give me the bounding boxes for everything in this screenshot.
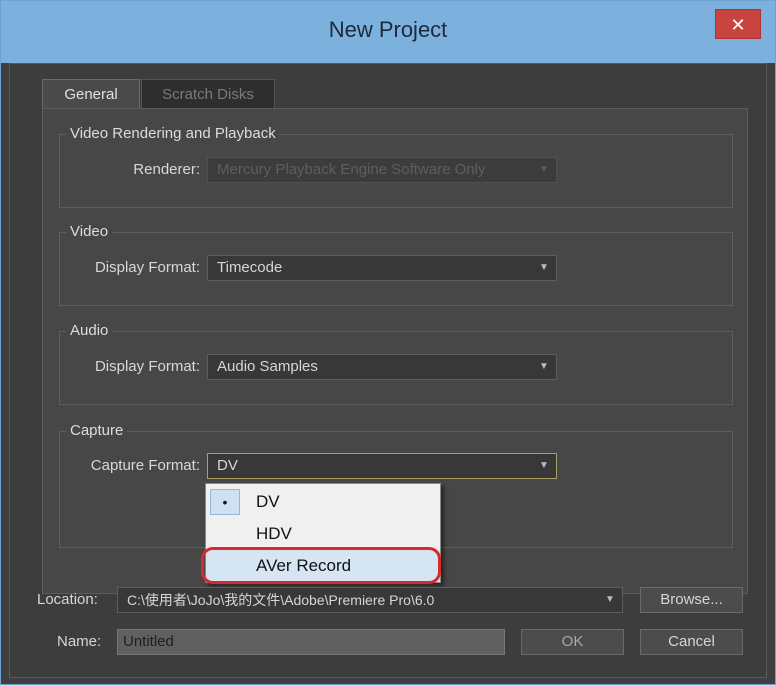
dialog-body: General Scratch Disks Video Rendering an…: [9, 63, 767, 678]
chevron-down-icon: ▼: [539, 164, 549, 175]
name-input[interactable]: Untitled: [117, 629, 505, 655]
video-display-format-label: Display Format:: [94, 259, 200, 276]
new-project-dialog: New Project ✕ General Scratch Disks Vide…: [0, 0, 776, 685]
video-display-format-dropdown[interactable]: Timecode ▼: [207, 255, 557, 281]
group-title-capture: Capture: [66, 420, 128, 442]
group-title-video: Video: [66, 221, 113, 243]
chevron-down-icon: ▼: [539, 262, 549, 273]
location-dropdown[interactable]: C:\使用者\JoJo\我的文件\Adobe\Premiere Pro\6.0 …: [117, 587, 623, 613]
group-title-video-rendering: Video Rendering and Playback: [66, 123, 280, 145]
renderer-dropdown: Mercury Playback Engine Software Only ▼: [207, 157, 557, 183]
close-button[interactable]: ✕: [715, 9, 761, 39]
chevron-down-icon: ▼: [539, 361, 549, 372]
capture-format-dropdown[interactable]: DV ▼: [207, 453, 557, 479]
browse-button[interactable]: Browse...: [640, 587, 743, 613]
ok-button[interactable]: OK: [521, 629, 624, 655]
group-title-audio: Audio: [66, 320, 113, 342]
close-icon: ✕: [730, 15, 746, 35]
name-label: Name:: [57, 633, 102, 650]
audio-group: Audio Display Format: Audio Samples ▼: [59, 320, 733, 405]
chevron-down-icon: ▼: [605, 594, 615, 605]
audio-display-format-dropdown[interactable]: Audio Samples ▼: [207, 354, 557, 380]
menu-item-hdv[interactable]: HDV: [206, 518, 440, 550]
menu-item-label: HDV: [256, 524, 292, 543]
location-value: C:\使用者\JoJo\我的文件\Adobe\Premiere Pro\6.0: [127, 592, 435, 608]
audio-display-format-label: Display Format:: [94, 358, 200, 375]
capture-format-value: DV: [217, 457, 238, 474]
chevron-down-icon: ▼: [539, 460, 549, 471]
cancel-button[interactable]: Cancel: [640, 629, 743, 655]
video-group: Video Display Format: Timecode ▼: [59, 221, 733, 306]
menu-item-dv[interactable]: • DV: [206, 486, 440, 518]
tab-scratch-disks[interactable]: Scratch Disks: [141, 79, 275, 109]
location-label: Location:: [37, 591, 98, 608]
window-title: New Project: [328, 17, 448, 42]
capture-format-label: Capture Format:: [90, 457, 200, 474]
annotation-highlight-ring: [201, 547, 441, 584]
renderer-value: Mercury Playback Engine Software Only: [217, 161, 486, 178]
selected-bullet-icon: •: [210, 489, 240, 515]
audio-display-format-value: Audio Samples: [217, 358, 318, 375]
tab-general[interactable]: General: [42, 79, 140, 109]
video-display-format-value: Timecode: [217, 259, 283, 276]
video-rendering-group: Video Rendering and Playback Renderer: M…: [59, 123, 733, 208]
menu-item-label: DV: [256, 492, 280, 511]
title-bar[interactable]: New Project ✕: [1, 1, 775, 63]
renderer-label: Renderer:: [133, 161, 200, 178]
